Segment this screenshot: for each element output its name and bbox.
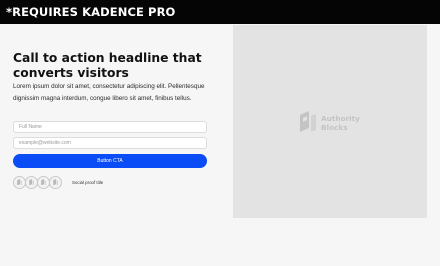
avatar <box>49 176 62 189</box>
social-proof-title: Social proof title <box>72 180 104 185</box>
authority-blocks-logo-icon <box>29 179 34 186</box>
logo-line-1: Authority <box>321 114 360 123</box>
authority-blocks-logo-icon <box>17 179 22 186</box>
authority-blocks-logo-icon <box>41 179 46 186</box>
authority-blocks-logo-icon <box>300 111 316 132</box>
top-banner: *REQUIRES KADENCE PRO <box>0 0 440 24</box>
headline: Call to action headline that converts vi… <box>13 51 202 80</box>
banner-label: *REQUIRES KADENCE PRO <box>6 5 176 19</box>
social-proof: Social proof title <box>13 176 213 190</box>
authority-blocks-logo: Authority Blocks <box>299 111 369 133</box>
body-text: Lorem ipsum dolor sit amet, consectetur … <box>13 83 205 102</box>
full-name-input[interactable] <box>13 121 207 133</box>
image-placeholder: Authority Blocks <box>233 25 427 218</box>
email-input[interactable] <box>13 137 207 149</box>
authority-blocks-logo-icon <box>53 179 58 186</box>
logo-line-2: Blocks <box>321 123 348 132</box>
cta-button[interactable]: Button CTA <box>13 154 207 168</box>
